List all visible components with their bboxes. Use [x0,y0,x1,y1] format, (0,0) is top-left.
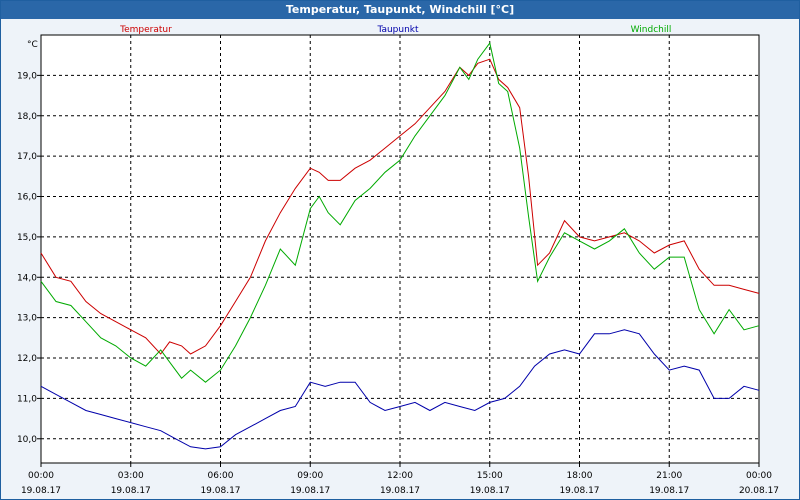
y-tick-label: 10,0 [17,435,37,445]
x-tick-date: 19.08.17 [649,486,689,496]
x-tick-date: 20.08.17 [739,486,779,496]
x-tick-date: 19.08.17 [200,486,240,496]
chart-svg: 10,0 11,0 12,0 13,0 14,0 15,0 16,0 17,0 18,0 19,0… [17,25,779,496]
x-tick-date: 19.08.17 [380,486,420,496]
y-tick-label: 17,0 [17,152,37,162]
x-tick-time: 21:00 [656,471,682,481]
x-tick-time: 03:00 [118,471,144,481]
x-tick-time: 15:00 [477,471,503,481]
plot-area-wrapper: 10,0 11,0 12,0 13,0 14,0 15,0 16,0 17,0 18,0 19,0… [1,20,799,499]
chart-window: Temperatur, Taupunkt, Windchill [°C] 10,… [0,0,800,500]
x-tick-date: 19.08.17 [111,486,151,496]
x-tick-time: 06:00 [208,471,234,481]
y-tick-label: 11,0 [17,394,37,404]
y-tick-label: 12,0 [17,354,37,364]
y-tick-label: 13,0 [17,314,37,324]
x-tick-time: 12:00 [387,471,413,481]
x-tick-time: 00:00 [746,471,772,481]
y-tick-label: 16,0 [17,193,37,203]
x-tick-time: 18:00 [567,471,593,481]
x-tick-time: 00:00 [28,471,54,481]
legend-windchill: Windchill [631,25,672,35]
y-tick-label: 19,0 [17,71,37,81]
x-tick-date: 19.08.17 [470,486,510,496]
x-tick-date: 19.08.17 [559,486,599,496]
legend-taupunkt: Taupunkt [376,25,419,35]
window-title: Temperatur, Taupunkt, Windchill [°C] [1,1,799,19]
legend-temperatur: Temperatur [119,25,172,35]
x-tick-date: 19.08.17 [21,486,61,496]
x-tick-time: 09:00 [297,471,323,481]
y-axis-label: °C [27,40,38,50]
y-tick-label: 14,0 [17,273,37,283]
plot-background [40,34,760,464]
y-tick-label: 18,0 [17,112,37,122]
x-tick-date: 19.08.17 [290,486,330,496]
y-tick-label: 15,0 [17,233,37,243]
